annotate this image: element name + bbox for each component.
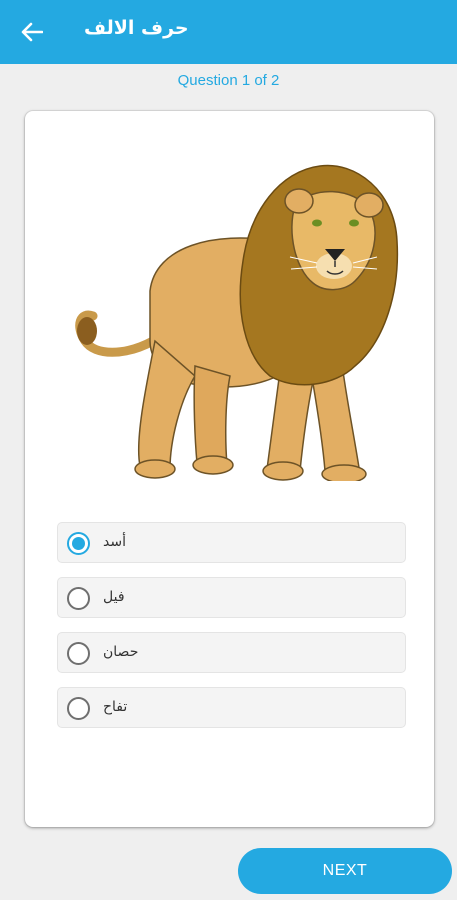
page-title: حرف الالف bbox=[84, 17, 189, 39]
answer-option-label: حصان bbox=[103, 644, 139, 660]
radio-button[interactable] bbox=[67, 697, 90, 720]
answer-option-4[interactable]: تفاح bbox=[57, 687, 406, 728]
lion-illustration bbox=[75, 164, 399, 481]
answer-option-3[interactable]: حصان bbox=[57, 632, 406, 673]
back-button[interactable] bbox=[14, 16, 50, 48]
radio-button[interactable] bbox=[67, 642, 90, 665]
question-progress: Question 1 of 2 bbox=[177, 72, 280, 89]
radio-button-selected[interactable] bbox=[67, 532, 90, 555]
answer-option-label: أسد bbox=[103, 534, 126, 550]
answer-option-label: تفاح bbox=[103, 699, 128, 715]
answer-option-2[interactable]: فيل bbox=[57, 577, 406, 618]
next-button[interactable]: NEXT bbox=[238, 848, 452, 894]
app-bar: حرف الالف bbox=[0, 0, 457, 64]
answer-option-label: فيل bbox=[103, 589, 125, 605]
question-card: أسد فيل حصان تفاح bbox=[25, 111, 434, 827]
radio-button[interactable] bbox=[67, 587, 90, 610]
answer-option-1[interactable]: أسد bbox=[57, 522, 406, 563]
arrow-left-icon bbox=[21, 22, 43, 42]
